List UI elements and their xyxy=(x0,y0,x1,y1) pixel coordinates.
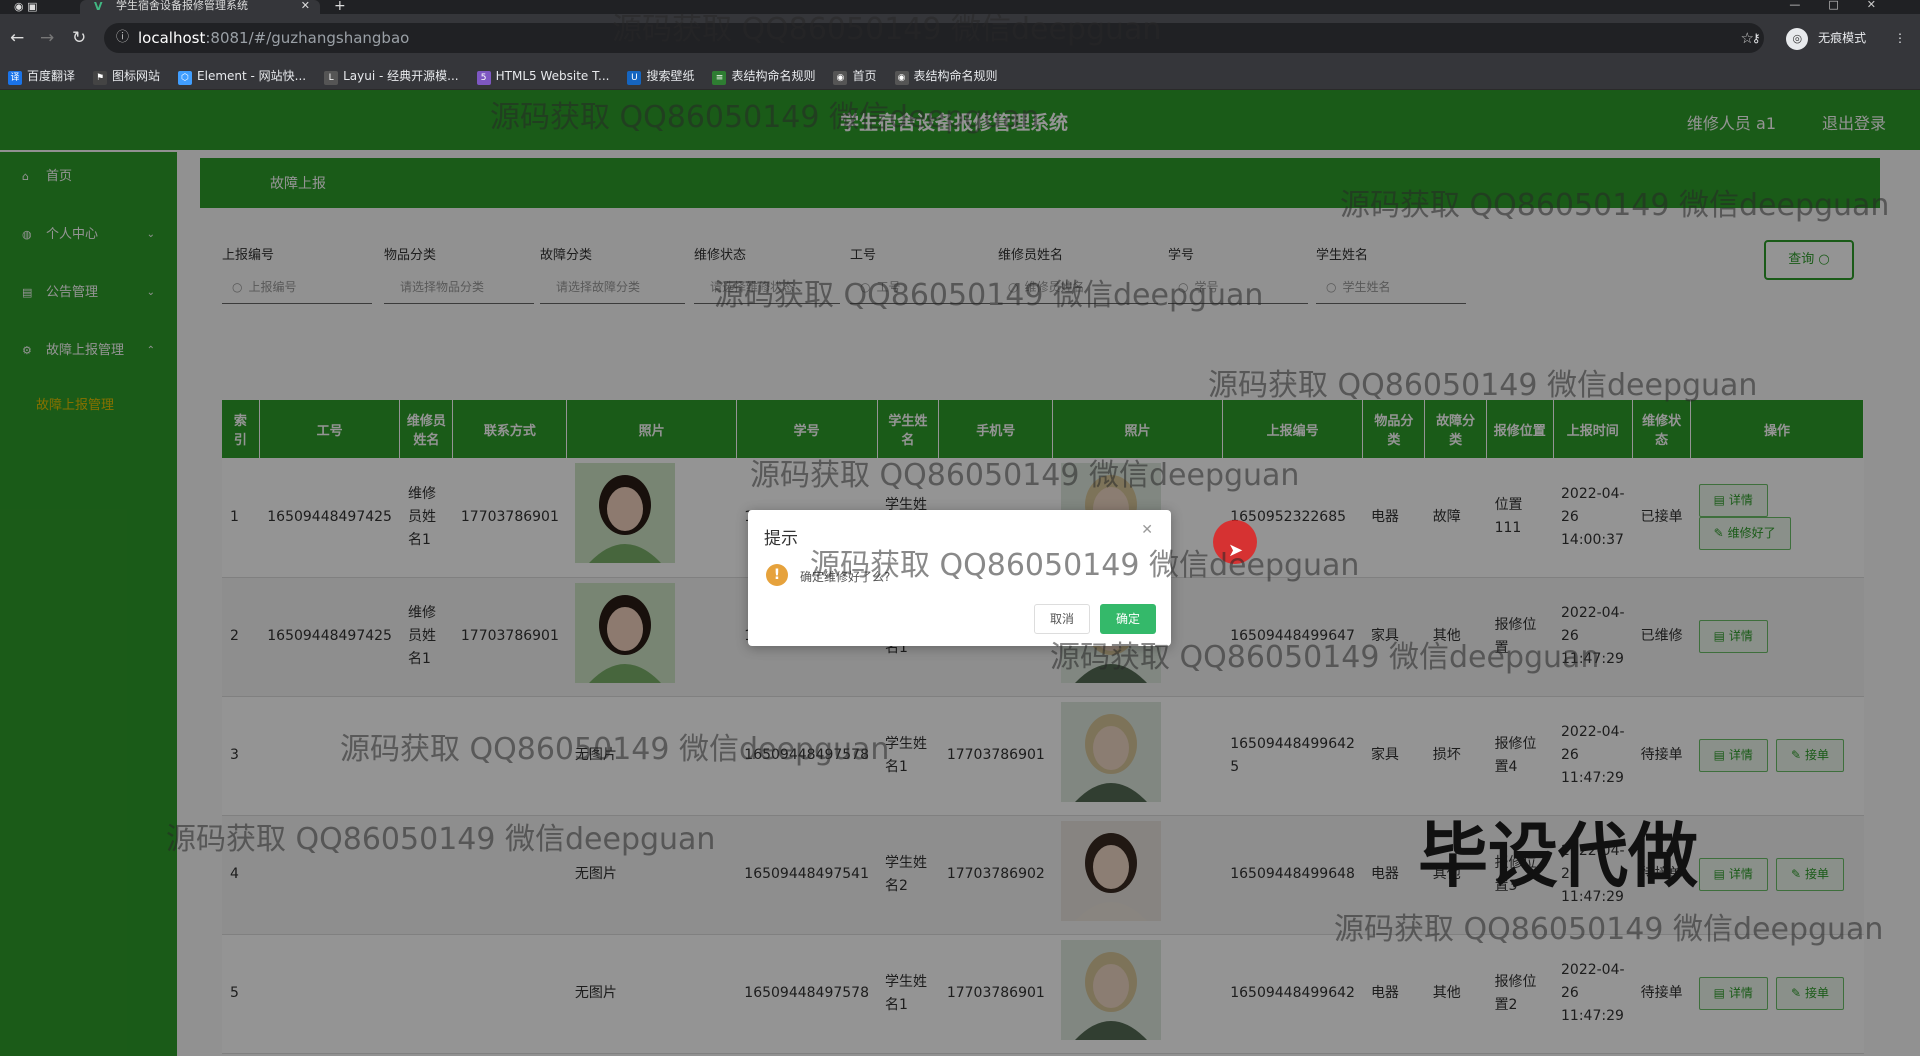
bookmarks-bar: 译百度翻译 ⚑ 图标网站 ⬡ Element - 网站快... L Layui - 经典开源… xyxy=(0,62,1920,90)
bookmark-item[interactable]: 5 HTML5 Website T... xyxy=(476,62,610,90)
window-menu-icon[interactable]: ◉ ▣ xyxy=(14,0,38,13)
cancel-button[interactable]: 取消 xyxy=(1034,604,1090,634)
key-icon[interactable]: ⚷ xyxy=(1752,31,1761,45)
table-icon: ≡ xyxy=(712,71,727,85)
bookmark-item[interactable]: ≡ 表结构命名规则 xyxy=(712,62,815,90)
browser-tab[interactable]: V 学生宿舍设备报修管理系统 ✕ xyxy=(80,0,320,14)
url-path: :8081/#/guzhangshangbao xyxy=(205,29,410,47)
wallpaper-icon: U xyxy=(627,71,642,85)
confirm-button[interactable]: 确定 xyxy=(1100,604,1156,634)
window-controls[interactable]: —□✕ xyxy=(1789,0,1904,11)
tab-close-icon[interactable]: ✕ xyxy=(301,0,310,12)
bookmark-item[interactable]: ⬡ Element - 网站快... xyxy=(178,62,306,90)
bookmark-item[interactable]: L Layui - 经典开源模... xyxy=(324,62,459,90)
mouse-cursor-icon: ➤ xyxy=(1228,540,1244,561)
translate-icon: 译 xyxy=(8,71,22,85)
forward-icon[interactable]: → xyxy=(40,28,54,48)
tab-title: 学生宿舍设备报修管理系统 xyxy=(116,0,248,12)
bookmark-label: 表结构命名规则 xyxy=(731,69,816,83)
bookmark-item[interactable]: 译百度翻译 xyxy=(8,62,75,90)
profile-area: ⚷ ◎ 无痕模式 ⋮ xyxy=(1752,24,1906,52)
bookmark-item[interactable]: ◉ 表结构命名规则 xyxy=(894,62,998,90)
bookmark-item[interactable]: U 搜索壁纸 xyxy=(627,62,694,90)
vue-favicon-icon: V xyxy=(94,0,103,13)
browser-menu-icon[interactable]: ⋮ xyxy=(1894,31,1906,45)
site-info-icon[interactable]: ⓘ xyxy=(116,23,129,53)
confirm-dialog: 提示 ✕ ! 确定维修好了么? 取消 确定 xyxy=(748,510,1171,646)
dialog-title: 提示 xyxy=(764,529,798,549)
reload-icon[interactable]: ↻ xyxy=(72,28,86,48)
bookmark-label: 表结构命名规则 xyxy=(913,69,998,83)
url-input[interactable]: ⓘ localhost:8081/#/guzhangshangbao ☆ xyxy=(104,23,1764,53)
html5-icon: 5 xyxy=(476,71,491,85)
globe-icon: ◉ xyxy=(894,71,909,85)
address-bar: ← → ↻ ⓘ localhost:8081/#/guzhangshangbao… xyxy=(0,14,1920,62)
watermark-big: 毕设代做 xyxy=(1418,815,1698,897)
bookmark-label: 百度翻译 xyxy=(27,69,76,83)
new-tab-icon[interactable]: + xyxy=(334,0,346,14)
bookmark-label: 搜索壁纸 xyxy=(646,69,695,83)
bookmark-label: 图标网站 xyxy=(112,69,161,83)
bookmark-label: HTML5 Website T... xyxy=(495,69,610,83)
globe-icon: ◉ xyxy=(833,71,848,85)
bookmark-label: Element - 网站快... xyxy=(197,69,307,83)
incognito-label: 无痕模式 xyxy=(1818,31,1867,45)
flag-icon: ⚑ xyxy=(93,71,108,85)
url-host: localhost xyxy=(138,29,206,47)
element-icon: ⬡ xyxy=(178,71,193,85)
incognito-icon[interactable]: ◎ xyxy=(1786,28,1809,50)
back-icon[interactable]: ← xyxy=(10,28,24,48)
bookmark-label: Layui - 经典开源模... xyxy=(343,69,459,83)
bookmark-item[interactable]: ◉ 首页 xyxy=(833,62,877,90)
layui-icon: L xyxy=(324,71,339,85)
bookmark-label: 首页 xyxy=(852,69,877,83)
dialog-message: 确定维修好了么? xyxy=(800,570,891,584)
bookmark-item[interactable]: ⚑ 图标网站 xyxy=(93,62,160,90)
browser-tab-strip: ◉ ▣ V 学生宿舍设备报修管理系统 ✕ + —□✕ xyxy=(0,0,1920,14)
dialog-close-icon[interactable]: ✕ xyxy=(1141,522,1153,538)
warning-icon: ! xyxy=(766,564,788,586)
